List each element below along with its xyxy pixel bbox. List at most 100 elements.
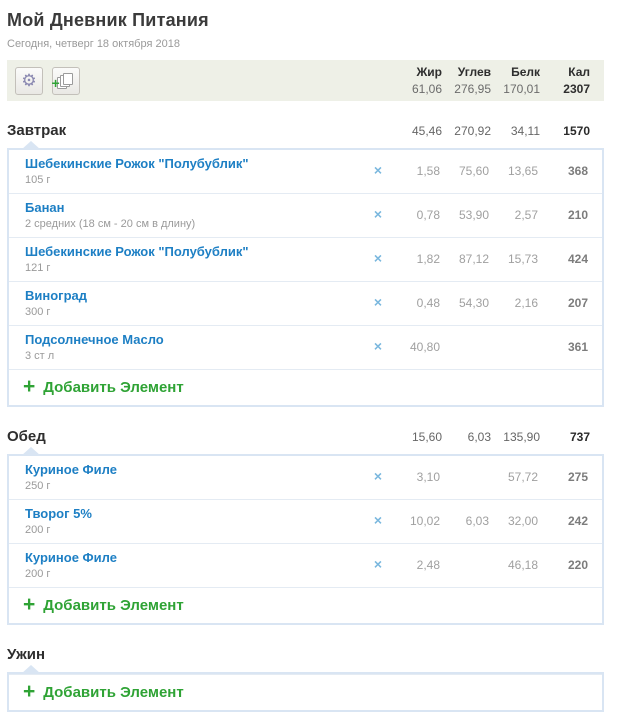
- food-item-row: Виноград300 г×0,4854,302,16207: [9, 281, 602, 325]
- food-item-row: Куриное Филе200 г×2,4846,18220: [9, 543, 602, 587]
- meal-section: Обед15,606,03135,90737Куриное Филе250 г×…: [7, 428, 604, 625]
- meal-title: Обед: [7, 428, 367, 445]
- meal-header: Ужин: [7, 646, 604, 663]
- food-item-row: Шебекинские Рожок "Полубублик" 121 г × 1,82…: [9, 237, 602, 281]
- food-item-link[interactable]: Куриное Филе: [25, 461, 117, 478]
- delete-item-button[interactable]: ×: [374, 206, 382, 222]
- food-item-info: Шебекинские Рожок "Полубублик" 105 г: [25, 155, 365, 187]
- col-header-fat: Жир: [393, 65, 442, 79]
- item-calories: 424: [538, 252, 588, 266]
- copy-items-button[interactable]: +: [52, 67, 80, 95]
- item-protein: 15,73: [489, 252, 538, 266]
- delete-item-button[interactable]: ×: [374, 556, 382, 572]
- delete-item-button[interactable]: ×: [374, 512, 382, 528]
- item-calories: 275: [538, 470, 588, 484]
- item-calories: 210: [538, 208, 588, 222]
- delete-item-button[interactable]: ×: [374, 162, 382, 178]
- nutrient-column-headers: Жир Углев Белк Кал 61,06 276,95 170,01 2…: [393, 65, 590, 96]
- meal-title: Ужин: [7, 646, 367, 663]
- food-item-info: Куриное Филе 250 г: [25, 461, 365, 493]
- item-fat: 10,02: [391, 514, 440, 528]
- item-carbs: 6,03: [440, 514, 489, 528]
- meal-header: Завтрак45,46270,9234,111570: [7, 122, 604, 139]
- food-item-row: Подсолнечное Масло 3 ст л × 40,80 361: [9, 325, 602, 369]
- food-item-link[interactable]: Творог 5%: [25, 505, 92, 522]
- meal-total-carbs: 6,03: [442, 430, 491, 444]
- toolbar: ⚙ + Жир Углев Белк Кал 61,06 276,95 170,…: [7, 60, 604, 101]
- settings-button[interactable]: ⚙: [15, 67, 43, 95]
- add-element-label: Добавить Элемент: [43, 379, 183, 396]
- food-item-link[interactable]: Виноград: [25, 287, 87, 304]
- col-header-protein: Белк: [491, 65, 540, 79]
- meal-title: Завтрак: [7, 122, 367, 139]
- plus-icon: +: [23, 378, 35, 396]
- copy-pages-icon: +: [60, 73, 73, 88]
- item-protein: 2,57: [489, 208, 538, 222]
- food-item-row: Творог 5%200 г×10,026,0332,00242: [9, 499, 602, 543]
- food-item-info: Творог 5% 200 г: [25, 505, 365, 537]
- food-item-serving: 105 г: [25, 174, 365, 187]
- day-total-carbs: 276,95: [442, 82, 491, 96]
- meal-items-box: Шебекинские Рожок "Полубублик"105 г×1,58…: [7, 148, 604, 407]
- col-header-calories: Кал: [540, 65, 590, 79]
- food-item-link[interactable]: Куриное Филе: [25, 549, 117, 566]
- plus-icon: +: [52, 76, 60, 90]
- add-element-label: Добавить Элемент: [43, 684, 183, 701]
- delete-item-button[interactable]: ×: [374, 468, 382, 484]
- meal-total-protein: 34,11: [491, 124, 540, 138]
- meal-total-carbs: 270,92: [442, 124, 491, 138]
- food-item-link[interactable]: Банан: [25, 199, 65, 216]
- meals-list: Завтрак45,46270,9234,111570Шебекинские Р…: [7, 122, 604, 712]
- food-item-serving: 250 г: [25, 480, 365, 493]
- delete-item-button[interactable]: ×: [374, 338, 382, 354]
- day-total-fat: 61,06: [393, 82, 442, 96]
- day-total-protein: 170,01: [491, 82, 540, 96]
- day-total-calories: 2307: [540, 82, 590, 96]
- meal-total-calories: 737: [540, 430, 590, 444]
- delete-item-button[interactable]: ×: [374, 250, 382, 266]
- meal-section: Ужин +Добавить Элемент: [7, 646, 604, 712]
- meal-items-box: Куриное Филе 250 г × 3,10 57,72275 Творог 5% 2…: [7, 454, 604, 625]
- item-calories: 361: [538, 340, 588, 354]
- food-item-info: Банан 2 средних (18 см - 20 см в длину): [25, 199, 365, 231]
- meal-total-fat: 15,60: [393, 430, 442, 444]
- item-fat: 40,80: [391, 340, 440, 354]
- food-item-serving: 300 г: [25, 306, 365, 319]
- item-fat: 3,10: [391, 470, 440, 484]
- item-protein: 2,16: [489, 296, 538, 310]
- item-fat: 0,78: [391, 208, 440, 222]
- add-element-label: Добавить Элемент: [43, 597, 183, 614]
- meal-section: Завтрак45,46270,9234,111570Шебекинские Р…: [7, 122, 604, 407]
- food-item-link[interactable]: Подсолнечное Масло: [25, 331, 164, 348]
- add-element-button[interactable]: + Добавить Элемент: [9, 369, 602, 405]
- item-protein: 57,72: [489, 470, 538, 484]
- item-calories: 220: [538, 558, 588, 572]
- food-item-info: Виноград 300 г: [25, 287, 365, 319]
- food-item-serving: 200 г: [25, 524, 365, 537]
- food-item-serving: 121 г: [25, 262, 365, 275]
- food-item-link[interactable]: Шебекинские Рожок "Полубублик": [25, 243, 249, 260]
- meal-total-fat: 45,46: [393, 124, 442, 138]
- add-element-button[interactable]: + Добавить Элемент: [9, 587, 602, 623]
- item-carbs: 54,30: [440, 296, 489, 310]
- item-fat: 1,82: [391, 252, 440, 266]
- delete-item-button[interactable]: ×: [374, 294, 382, 310]
- food-item-serving: 2 средних (18 см - 20 см в длину): [25, 218, 365, 231]
- item-carbs: 75,60: [440, 164, 489, 178]
- item-carbs: 87,12: [440, 252, 489, 266]
- add-element-button[interactable]: +Добавить Элемент: [9, 674, 602, 710]
- food-item-row: Шебекинские Рожок "Полубублик"105 г×1,58…: [9, 150, 602, 193]
- food-item-link[interactable]: Шебекинские Рожок "Полубублик": [25, 155, 249, 172]
- food-item-serving: 3 ст л: [25, 350, 365, 363]
- plus-icon: +: [23, 596, 35, 614]
- food-item-row: Банан 2 средних (18 см - 20 см в длину) × 0…: [9, 193, 602, 237]
- item-carbs: 53,90: [440, 208, 489, 222]
- item-protein: 32,00: [489, 514, 538, 528]
- item-calories: 368: [538, 164, 588, 178]
- toolbar-buttons: ⚙ +: [15, 67, 80, 95]
- item-calories: 207: [538, 296, 588, 310]
- food-item-info: Шебекинские Рожок "Полубублик" 121 г: [25, 243, 365, 275]
- date-label: Сегодня, четверг 18 октября 2018: [7, 38, 604, 50]
- page-title: Мой Дневник Питания: [7, 10, 604, 31]
- food-item-serving: 200 г: [25, 568, 365, 581]
